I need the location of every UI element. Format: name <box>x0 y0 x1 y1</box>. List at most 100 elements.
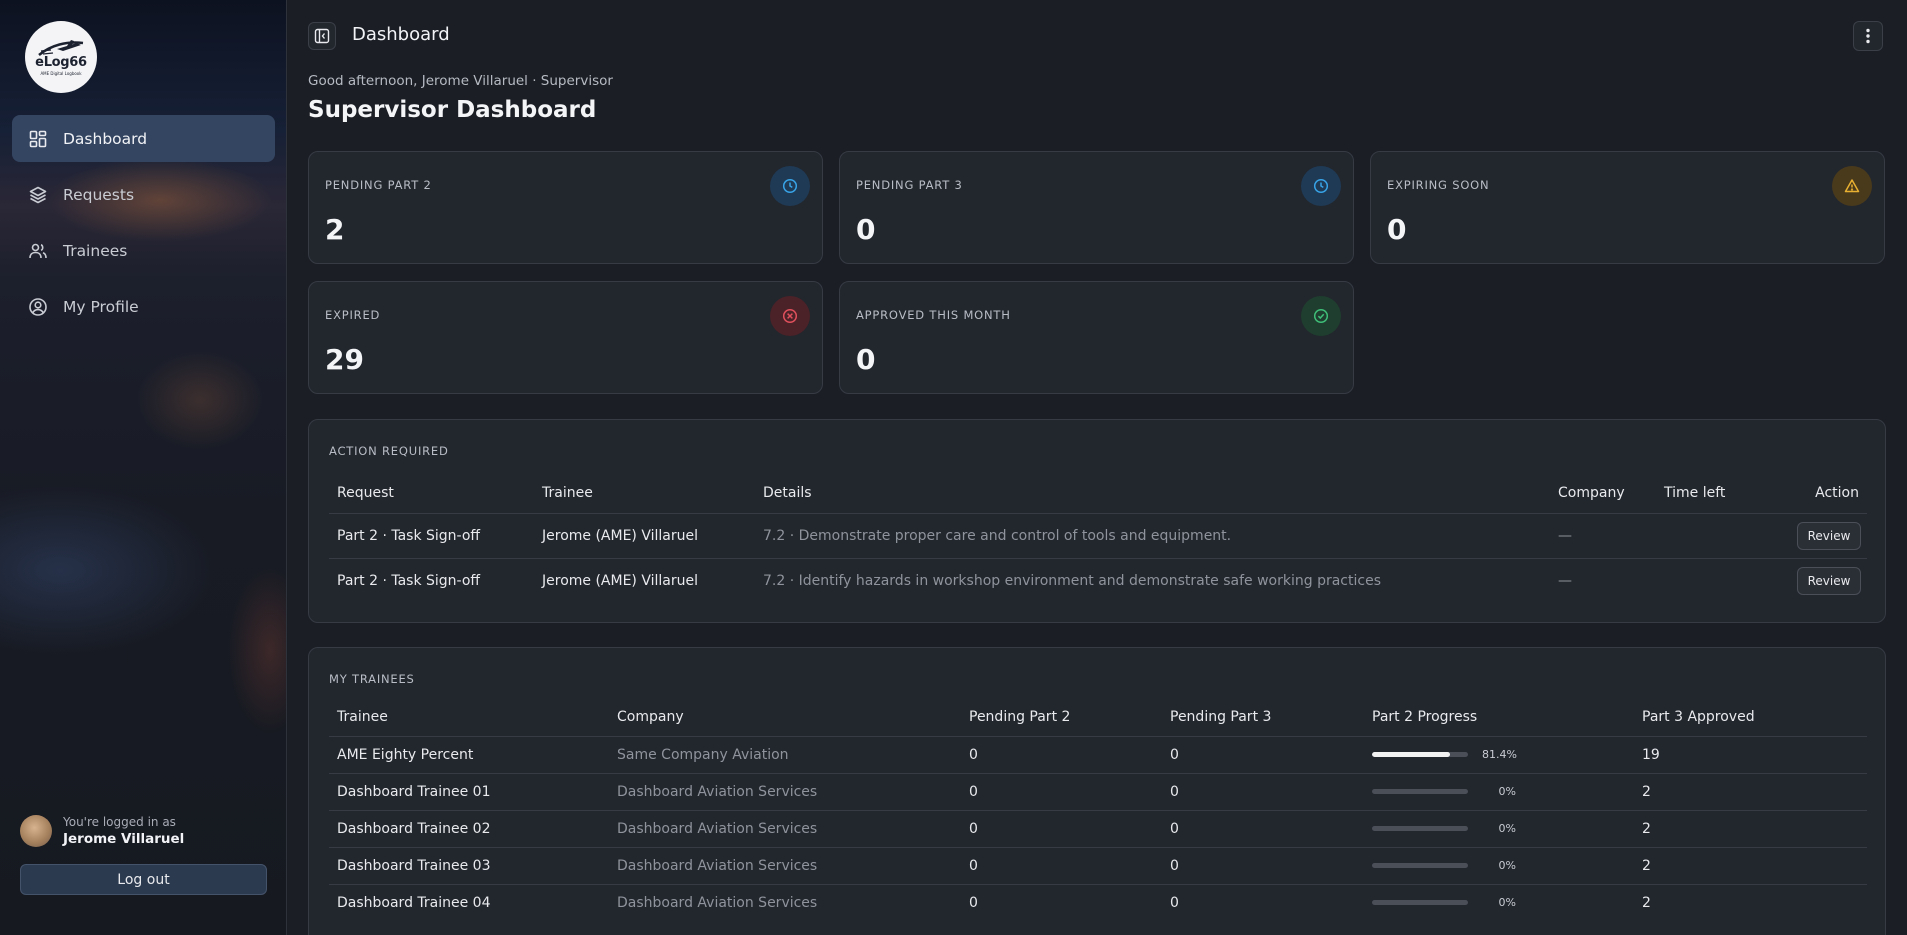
stat-card-pending-part-2[interactable]: Pending Part 2 2 <box>308 151 823 264</box>
stat-value: 2 <box>325 213 345 246</box>
more-options-button[interactable] <box>1853 21 1883 51</box>
stat-card-approved-this-month[interactable]: Approved This Month 0 <box>839 281 1354 394</box>
column-header-action: Action <box>1815 484 1859 501</box>
stat-value: 0 <box>856 343 876 376</box>
trainee-name-cell[interactable]: Dashboard Trainee 02 <box>329 809 617 847</box>
stat-label: Expired <box>325 308 381 322</box>
request-cell: Part 2 · Task Sign-off <box>329 557 542 603</box>
trainee-name-cell[interactable]: Dashboard Trainee 04 <box>329 883 617 921</box>
stat-card-pending-part-3[interactable]: Pending Part 3 0 <box>839 151 1354 264</box>
progress-bar <box>1372 752 1468 757</box>
stat-label: Pending Part 2 <box>325 178 432 192</box>
clock-icon <box>770 166 810 206</box>
column-header-part-2-progress[interactable]: Part 2 Progress <box>1372 698 1642 736</box>
column-header-part-3-approved[interactable]: Part 3 Approved <box>1642 698 1867 736</box>
user-name: Jerome Villaruel <box>63 831 185 847</box>
stat-value: 29 <box>325 343 364 376</box>
page-title: Supervisor Dashboard <box>308 97 597 123</box>
progress-cell: 81.4% <box>1372 748 1642 761</box>
warning-icon <box>1832 166 1872 206</box>
company-cell: Dashboard Aviation Services <box>617 883 969 921</box>
trainee-name-cell[interactable]: AME Eighty Percent <box>329 735 617 773</box>
review-button[interactable]: Review <box>1797 521 1861 550</box>
column-header-time-left[interactable]: Time left <box>1664 473 1769 513</box>
column-header-company[interactable]: Company <box>1558 473 1664 513</box>
pending-part-2-cell: 0 <box>969 809 1170 847</box>
column-header-details[interactable]: Details <box>763 473 1558 513</box>
stat-label: Pending Part 3 <box>856 178 963 192</box>
sidebar-item-label: Requests <box>63 185 135 204</box>
table-row[interactable]: Dashboard Trainee 03 Dashboard Aviation … <box>329 846 1867 884</box>
stat-value: 0 <box>1387 213 1407 246</box>
sidebar-item-requests[interactable]: Requests <box>12 171 275 218</box>
pending-part-3-cell: 0 <box>1170 735 1372 773</box>
app-logo[interactable]: eLog66 AME Digital Logbook <box>25 21 97 93</box>
stat-card-expiring-soon[interactable]: Expiring Soon 0 <box>1370 151 1885 264</box>
action-required-panel: Action Required Request Trainee Details … <box>308 419 1886 623</box>
table-row: Part 2 · Task Sign-off Jerome (AME) Vill… <box>329 512 1867 558</box>
sidebar-toggle-button[interactable] <box>308 22 336 50</box>
table-row[interactable]: Dashboard Trainee 04 Dashboard Aviation … <box>329 883 1867 921</box>
trainee-cell: Jerome (AME) Villaruel <box>542 512 763 558</box>
pending-part-2-cell: 0 <box>969 735 1170 773</box>
sidebar-item-label: My Profile <box>63 297 139 316</box>
sidebar-item-my-profile[interactable]: My Profile <box>12 283 275 330</box>
table-row[interactable]: Dashboard Trainee 02 Dashboard Aviation … <box>329 809 1867 847</box>
part-3-approved-cell: 2 <box>1642 883 1867 921</box>
pending-part-2-cell: 0 <box>969 883 1170 921</box>
column-header-request[interactable]: Request <box>329 473 542 513</box>
time-left-cell <box>1664 512 1769 558</box>
progress-cell: 0% <box>1372 896 1642 909</box>
progress-cell: 0% <box>1372 822 1642 835</box>
column-header-company[interactable]: Company <box>617 698 969 736</box>
part-3-approved-cell: 2 <box>1642 809 1867 847</box>
stat-label: Expiring Soon <box>1387 178 1490 192</box>
stat-card-expired[interactable]: Expired 29 <box>308 281 823 394</box>
review-button[interactable]: Review <box>1797 566 1861 595</box>
table-row[interactable]: Dashboard Trainee 01 Dashboard Aviation … <box>329 772 1867 810</box>
column-header-trainee[interactable]: Trainee <box>542 473 763 513</box>
sidebar-collapse-icon <box>314 28 330 44</box>
column-header-trainee[interactable]: Trainee <box>329 698 617 736</box>
logged-in-label: You're logged in as <box>63 815 176 829</box>
trainee-name-cell[interactable]: Dashboard Trainee 03 <box>329 846 617 884</box>
pending-part-3-cell: 0 <box>1170 883 1372 921</box>
details-cell: 7.2 · Demonstrate proper care and contro… <box>763 512 1558 558</box>
sidebar-item-dashboard[interactable]: Dashboard <box>12 115 275 162</box>
user-circle-icon <box>28 297 48 317</box>
column-header-pending-part-2[interactable]: Pending Part 2 <box>969 698 1170 736</box>
dashboard-icon <box>28 129 48 149</box>
progress-percent: 0% <box>1498 859 1516 872</box>
logout-button[interactable]: Log out <box>20 864 267 895</box>
progress-cell: 0% <box>1372 785 1642 798</box>
sidebar-item-trainees[interactable]: Trainees <box>12 227 275 274</box>
progress-percent: 81.4% <box>1482 748 1517 761</box>
column-header-pending-part-3[interactable]: Pending Part 3 <box>1170 698 1372 736</box>
clock-icon <box>1301 166 1341 206</box>
layers-icon <box>28 185 48 205</box>
sidebar-item-label: Dashboard <box>63 129 148 148</box>
pending-part-2-cell: 0 <box>969 772 1170 810</box>
table-header-row: Request Trainee Details Company Time lef… <box>329 473 1867 513</box>
company-cell: Dashboard Aviation Services <box>617 772 969 810</box>
company-cell: — <box>1558 557 1664 603</box>
part-3-approved-cell: 2 <box>1642 772 1867 810</box>
users-icon <box>28 241 48 261</box>
table-header-row: Trainee Company Pending Part 2 Pending P… <box>329 698 1867 736</box>
time-left-cell <box>1664 557 1769 603</box>
kebab-menu-icon <box>1866 28 1870 44</box>
request-cell: Part 2 · Task Sign-off <box>329 512 542 558</box>
pending-part-3-cell: 0 <box>1170 772 1372 810</box>
trainee-name-cell[interactable]: Dashboard Trainee 01 <box>329 772 617 810</box>
pending-part-3-cell: 0 <box>1170 846 1372 884</box>
details-cell: 7.2 · Identify hazards in workshop envir… <box>763 557 1558 603</box>
progress-bar <box>1372 900 1468 906</box>
table-row[interactable]: AME Eighty Percent Same Company Aviation… <box>329 735 1867 773</box>
progress-fill <box>1372 752 1451 757</box>
table-row: Part 2 · Task Sign-off Jerome (AME) Vill… <box>329 557 1867 603</box>
action-required-table: Request Trainee Details Company Time lef… <box>329 473 1867 603</box>
progress-cell: 0% <box>1372 859 1642 872</box>
greeting-text: Good afternoon, Jerome Villaruel · Super… <box>308 73 613 89</box>
company-cell: Dashboard Aviation Services <box>617 809 969 847</box>
main-content: Dashboard Good afternoon, Jerome Villaru… <box>288 0 1907 935</box>
